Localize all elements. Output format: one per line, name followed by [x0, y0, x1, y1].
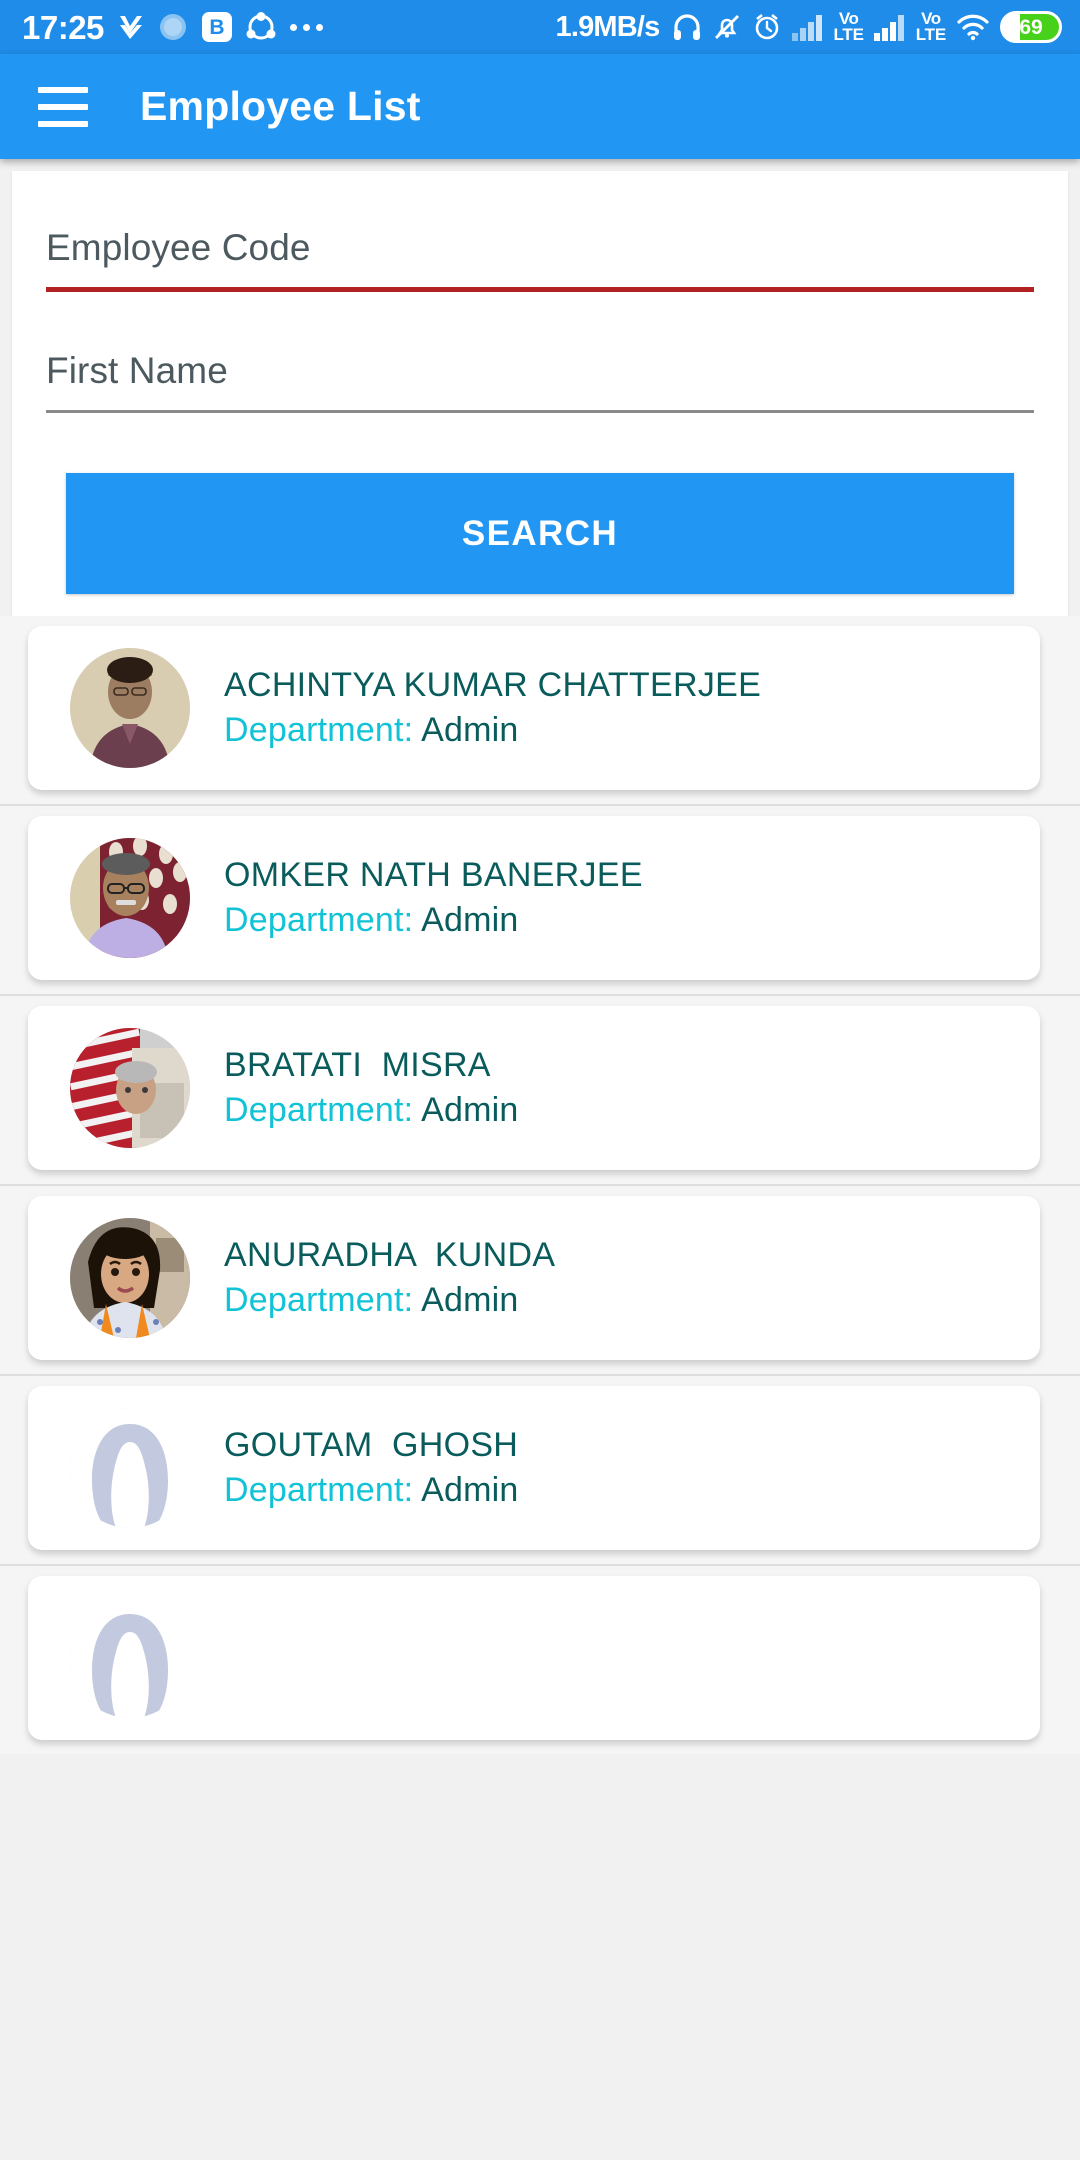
placeholder-person-icon — [70, 1408, 190, 1528]
employee-card[interactable]: ANURADHA KUNDA Department: Admin — [28, 1196, 1040, 1360]
headphone-icon — [672, 12, 702, 42]
share-icon — [246, 12, 276, 42]
department-label: Department: — [224, 1281, 414, 1319]
network-speed-text: 1.9MB/s — [555, 10, 661, 43]
battery-icon: 69 — [1000, 11, 1062, 43]
department-label: Department: — [224, 1091, 414, 1129]
employee-code-underline — [46, 287, 1034, 292]
department-value: Admin — [421, 1281, 519, 1319]
employee-department: Department: Admin — [224, 1281, 555, 1320]
search-panel: Employee Code First Name SEARCH — [12, 171, 1068, 618]
employee-info: GOUTAM GHOSH Department: Admin — [224, 1426, 518, 1510]
first-name-label: First Name — [46, 350, 228, 391]
employee-name: BRATATI MISRA — [224, 1046, 491, 1084]
employee-list: ACHINTYA KUMAR CHATTERJEE Department: Ad… — [0, 616, 1080, 1754]
first-name-field[interactable]: First Name — [46, 350, 1034, 413]
b-app-icon: B — [201, 12, 232, 42]
employee-name: ACHINTYA KUMAR CHATTERJEE — [224, 666, 762, 704]
content-scroll-area[interactable]: Employee Code First Name SEARCH ACHINTYA… — [0, 159, 1080, 2160]
more-dots-icon — [289, 23, 323, 31]
volte-line2: LTE — [915, 25, 946, 44]
circle-progress-icon — [158, 12, 188, 42]
avatar — [70, 648, 190, 768]
placeholder-person-icon — [70, 1598, 190, 1718]
employee-department: Department: Admin — [224, 901, 643, 940]
page-title: Employee List — [140, 83, 421, 129]
checkmark-icon — [118, 13, 144, 41]
battery-level-text: 69 — [1019, 15, 1043, 39]
department-label: Department: — [224, 1471, 414, 1509]
volte-icon: Vo LTE — [833, 11, 864, 44]
bell-muted-icon — [712, 12, 742, 42]
avatar — [70, 1218, 190, 1338]
volte-line2: LTE — [833, 25, 864, 44]
employee-code-field[interactable]: Employee Code — [46, 227, 1034, 292]
hamburger-bar — [38, 103, 88, 110]
search-button[interactable]: SEARCH — [66, 473, 1014, 594]
status-time: 17:25 — [22, 8, 104, 46]
employee-department: Department: Admin — [224, 1091, 518, 1130]
employee-info: ACHINTYA KUMAR CHATTERJEE Department: Ad… — [224, 666, 761, 750]
list-item[interactable]: OMKER NATH BANERJEE Department: Admin — [0, 806, 1080, 996]
employee-department: Department: Admin — [224, 1471, 518, 1510]
alarm-clock-icon — [752, 12, 782, 42]
signal-bars-icon — [873, 13, 906, 41]
app-bar: Employee List — [0, 54, 1080, 159]
status-left-icon-group: B — [118, 12, 323, 42]
department-value: Admin — [421, 1471, 519, 1509]
status-right-icon-group: 1.9MB/s Vo LTE Vo LTE 69 — [555, 10, 1062, 44]
avatar — [70, 838, 190, 958]
list-item[interactable]: ANURADHA KUNDA Department: Admin — [0, 1186, 1080, 1376]
employee-name: OMKER NATH BANERJEE — [224, 856, 643, 894]
list-item[interactable]: BRATATI MISRA Department: Admin — [0, 996, 1080, 1186]
employee-info: ANURADHA KUNDA Department: Admin — [224, 1236, 555, 1320]
employee-card[interactable]: GOUTAM GHOSH Department: Admin — [28, 1386, 1040, 1550]
wifi-icon — [956, 13, 990, 41]
employee-card[interactable]: OMKER NATH BANERJEE Department: Admin — [28, 816, 1040, 980]
avatar — [70, 1028, 190, 1148]
employee-code-label: Employee Code — [46, 227, 311, 268]
list-item[interactable]: GOUTAM GHOSH Department: Admin — [0, 1376, 1080, 1566]
status-bar: 17:25 B 1.9MB/s Vo LTE Vo LTE 69 — [0, 0, 1080, 54]
hamburger-menu-icon[interactable] — [38, 86, 88, 127]
employee-name: ANURADHA KUNDA — [224, 1236, 556, 1274]
hamburger-bar — [38, 120, 88, 127]
signal-bars-icon — [791, 13, 824, 41]
first-name-underline — [46, 410, 1034, 413]
employee-department: Department: Admin — [224, 711, 761, 750]
department-value: Admin — [421, 1091, 519, 1129]
employee-info: OMKER NATH BANERJEE Department: Admin — [224, 856, 643, 940]
department-value: Admin — [421, 901, 519, 939]
search-button-container: SEARCH — [46, 413, 1034, 618]
department-label: Department: — [224, 901, 414, 939]
employee-card[interactable] — [28, 1576, 1040, 1740]
employee-info: BRATATI MISRA Department: Admin — [224, 1046, 518, 1130]
list-item[interactable] — [0, 1566, 1080, 1754]
employee-card[interactable]: ACHINTYA KUMAR CHATTERJEE Department: Ad… — [28, 626, 1040, 790]
employee-name: GOUTAM GHOSH — [224, 1426, 519, 1464]
list-item[interactable]: ACHINTYA KUMAR CHATTERJEE Department: Ad… — [0, 616, 1080, 806]
employee-card[interactable]: BRATATI MISRA Department: Admin — [28, 1006, 1040, 1170]
hamburger-bar — [38, 86, 88, 93]
volte-icon: Vo LTE — [915, 11, 946, 44]
department-label: Department: — [224, 711, 414, 749]
department-value: Admin — [421, 711, 519, 749]
